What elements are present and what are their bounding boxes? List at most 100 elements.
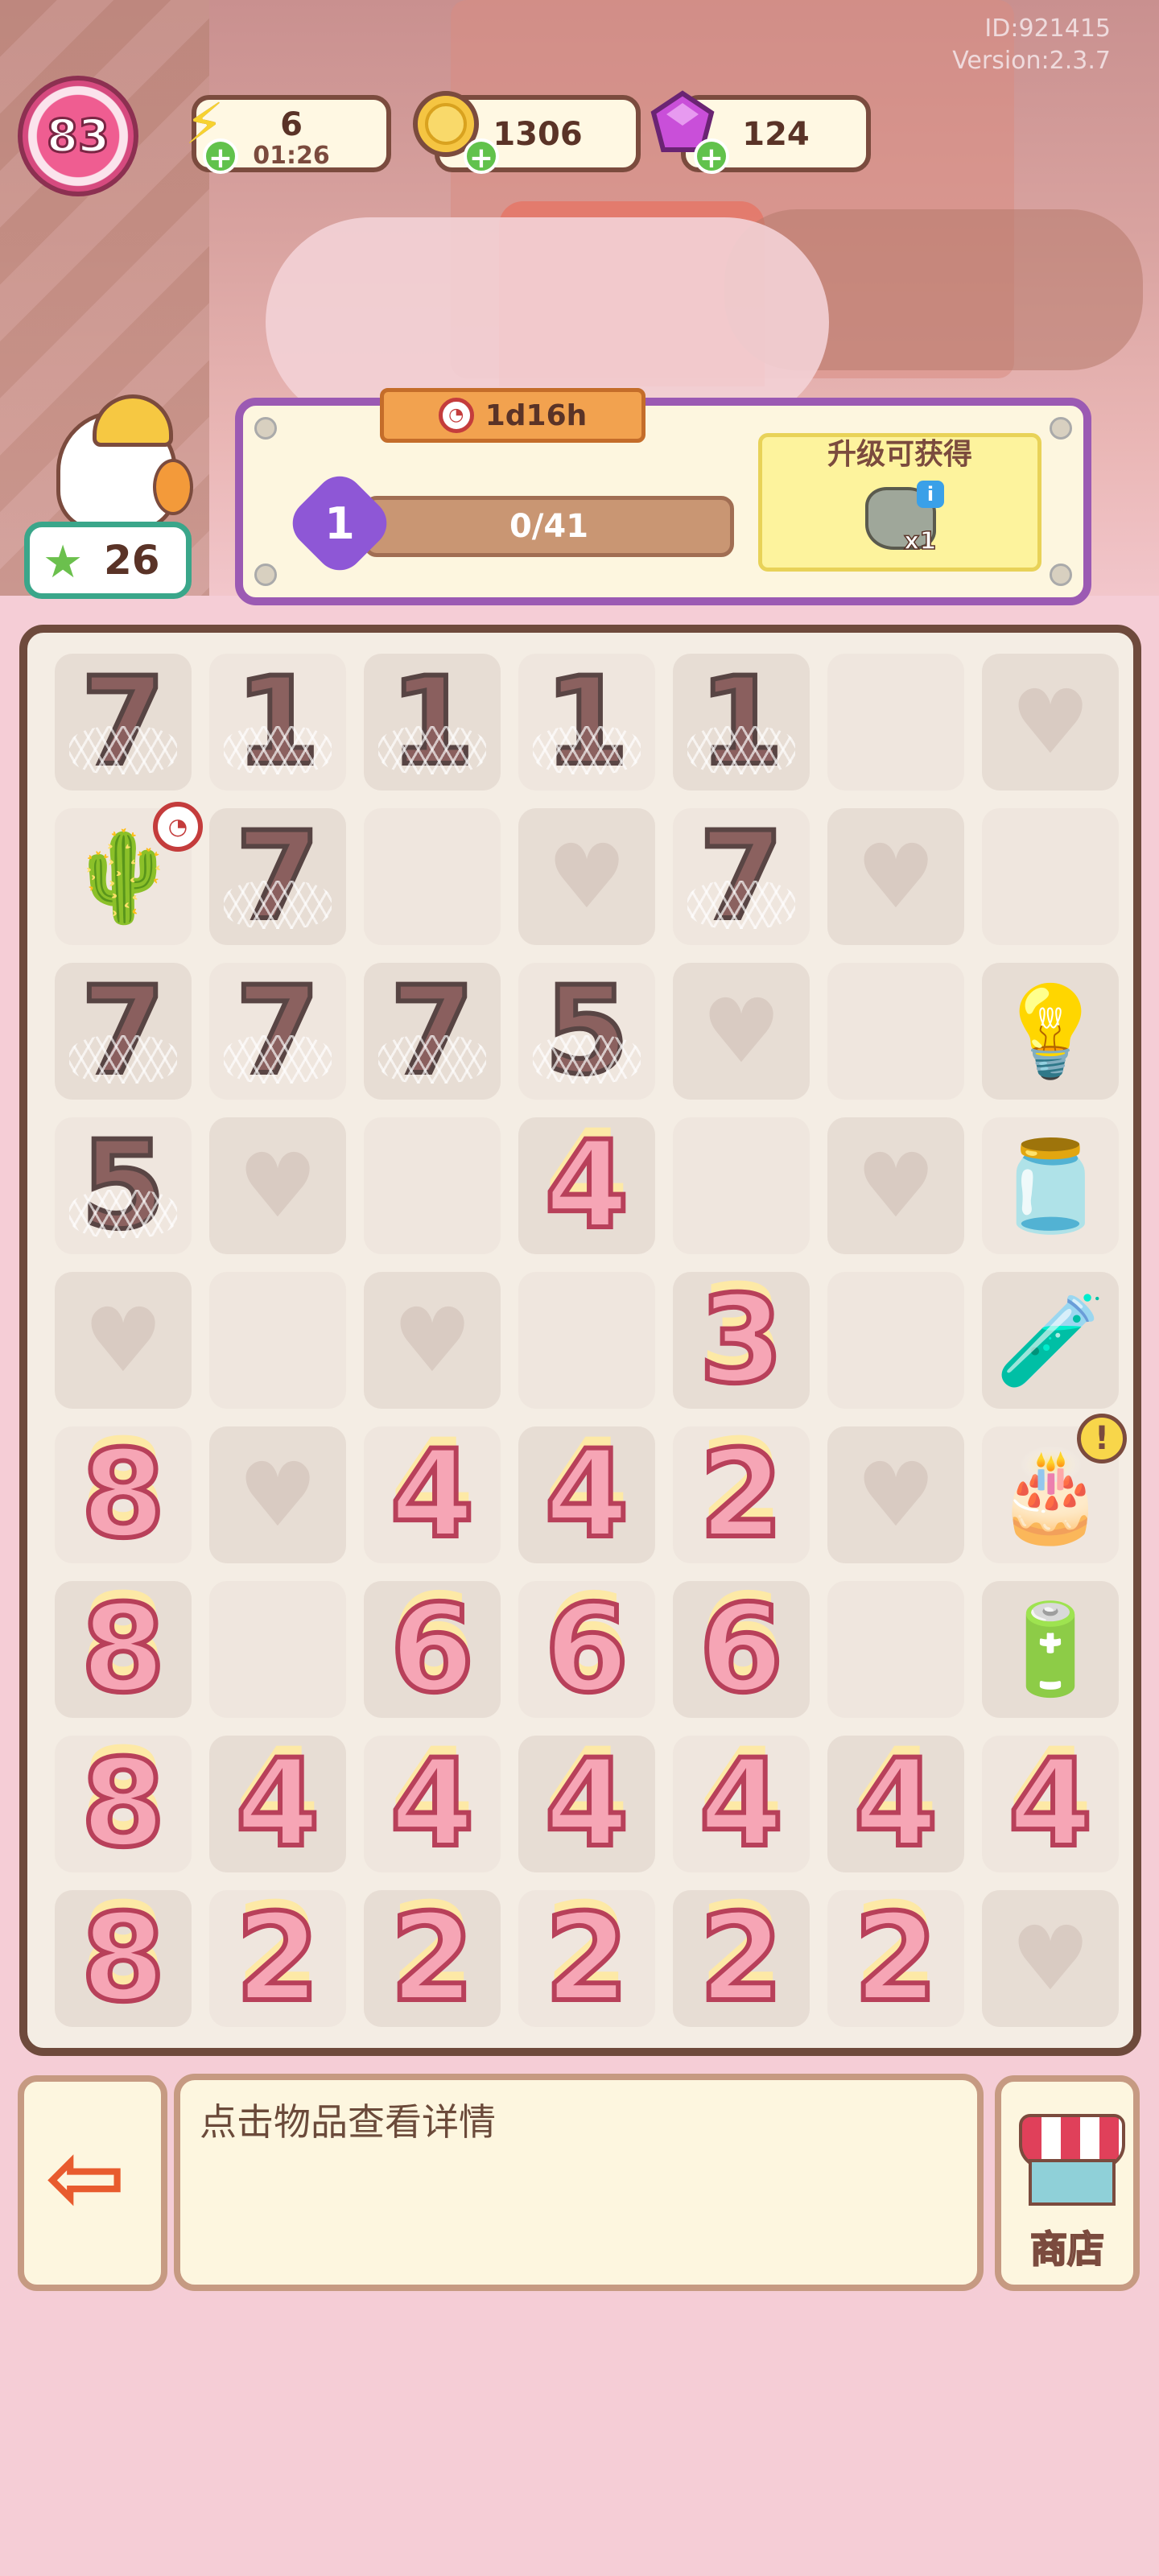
- reward-title: 升级可获得: [827, 438, 972, 471]
- shop-button[interactable]: 商店: [995, 2075, 1140, 2291]
- board-cell-empty[interactable]: ♥: [982, 1890, 1119, 2027]
- board-cell-empty[interactable]: ♥: [827, 1426, 964, 1563]
- board-cell-empty[interactable]: [827, 1581, 964, 1718]
- board-cell-empty[interactable]: [364, 1117, 501, 1254]
- exit-button[interactable]: ⇦: [18, 2075, 167, 2291]
- info-icon[interactable]: i: [917, 481, 944, 508]
- board-cell-webbed-candle[interactable]: 1: [673, 654, 810, 791]
- board-cell-candle[interactable]: 2: [209, 1890, 346, 2027]
- board-cell-empty[interactable]: [982, 808, 1119, 945]
- board-cell-candle[interactable]: 4: [209, 1736, 346, 1872]
- board-cell-webbed-candle[interactable]: 7: [364, 963, 501, 1100]
- add-gems-button[interactable]: +: [694, 138, 729, 175]
- cobweb-icon: [687, 881, 795, 929]
- heart-icon: ♥: [83, 1289, 163, 1392]
- number-candle: 2: [697, 1889, 786, 2029]
- board-cell-webbed-candle[interactable]: 5: [55, 1117, 192, 1254]
- heart-icon: ♥: [1010, 1907, 1091, 2010]
- board-cell-webbed-candle[interactable]: 7: [209, 963, 346, 1100]
- board-cell-candle[interactable]: 4: [518, 1426, 655, 1563]
- cobweb-icon: [224, 726, 332, 774]
- board-cell-webbed-candle[interactable]: 1: [518, 654, 655, 791]
- event-panel[interactable]: ◔ 1d16h 0/41 1 升级可获得 i x1: [235, 388, 1091, 605]
- heart-icon: ♥: [1010, 671, 1091, 774]
- board-cell-webbed-candle[interactable]: 1: [364, 654, 501, 791]
- board-cell-empty[interactable]: [827, 963, 964, 1100]
- number-candle: 6: [697, 1579, 786, 1719]
- number-candle: 4: [542, 1425, 631, 1565]
- board-cell-candle[interactable]: 2: [518, 1890, 655, 2027]
- board-cell-candle[interactable]: 6: [518, 1581, 655, 1718]
- board-cell-webbed-candle[interactable]: 7: [673, 808, 810, 945]
- hint-text: 点击物品查看详情: [200, 2100, 496, 2144]
- board-cell-candle[interactable]: 4: [364, 1426, 501, 1563]
- board-cell-empty[interactable]: [364, 808, 501, 945]
- board-cell-candle[interactable]: 3: [673, 1272, 810, 1409]
- board-cell-candle[interactable]: 6: [364, 1581, 501, 1718]
- board-cell-candle[interactable]: 2: [673, 1890, 810, 2027]
- battery-icon: 🔋: [995, 1598, 1106, 1701]
- board-cell-candle[interactable]: 4: [518, 1736, 655, 1872]
- board-cell-candle[interactable]: 2: [673, 1426, 810, 1563]
- clover-star-icon: ★: [43, 536, 84, 588]
- board-cell-empty[interactable]: [827, 1272, 964, 1409]
- board-cell-empty[interactable]: ♥: [209, 1426, 346, 1563]
- board-cell-empty[interactable]: [209, 1272, 346, 1409]
- board-cell-empty[interactable]: ♥: [982, 654, 1119, 791]
- board-cell-candle[interactable]: 4: [673, 1736, 810, 1872]
- board-cell-empty[interactable]: ♥: [55, 1272, 192, 1409]
- board-cell-empty[interactable]: ♥: [673, 963, 810, 1100]
- rivet: [1050, 564, 1072, 586]
- merge-board: 7 1 1 1 1 ♥ 🌵 ◔ 7 ♥ 7 ♥ 7 7 7 5 ♥ 💡 5 ♥ 4 ♥ 🫙 ♥ ♥ 3 🧪 8 ♥ 4 4 2 ♥ 🎂! 8 6 6 6 🔋…: [19, 625, 1141, 2056]
- board-cell-webbed-candle[interactable]: 7: [55, 654, 192, 791]
- board-cell-candle[interactable]: 8: [55, 1426, 192, 1563]
- item-info-box: 点击物品查看详情: [174, 2074, 984, 2291]
- board-cell-candle[interactable]: 2: [827, 1890, 964, 2027]
- board-cell-candle[interactable]: 8: [55, 1890, 192, 2027]
- number-candle: 6: [388, 1579, 476, 1719]
- cobweb-icon: [69, 1035, 177, 1084]
- board-cell-item[interactable]: 🔋: [982, 1581, 1119, 1718]
- number-candle: 2: [852, 1889, 940, 2029]
- board-cell-candle[interactable]: 4: [518, 1117, 655, 1254]
- add-coins-button[interactable]: +: [464, 138, 499, 175]
- board-cell-candle[interactable]: 2: [364, 1890, 501, 2027]
- board-cell-empty[interactable]: [209, 1581, 346, 1718]
- board-cell-empty[interactable]: ♥: [827, 1117, 964, 1254]
- board-cell-webbed-candle[interactable]: 5: [518, 963, 655, 1100]
- board-cell-item[interactable]: 🎂!: [982, 1414, 1127, 1563]
- rivet: [254, 417, 277, 440]
- star-value: 26: [104, 537, 160, 584]
- board-cell-webbed-candle[interactable]: 1: [209, 654, 346, 791]
- player-level-badge[interactable]: 83: [18, 76, 138, 196]
- board-cell-candle[interactable]: 6: [673, 1581, 810, 1718]
- board-cell-empty[interactable]: ♥: [364, 1272, 501, 1409]
- board-cell-webbed-candle[interactable]: 7: [55, 963, 192, 1100]
- number-candle: 4: [388, 1734, 476, 1874]
- number-candle: 2: [697, 1425, 786, 1565]
- board-cell-empty[interactable]: ♥: [827, 808, 964, 945]
- board-cell-item[interactable]: 🌵 ◔: [55, 802, 203, 945]
- add-energy-button[interactable]: +: [203, 138, 238, 175]
- board-cell-empty[interactable]: ♥: [518, 808, 655, 945]
- board-cell-candle[interactable]: 4: [982, 1736, 1119, 1872]
- board-cell-candle[interactable]: 8: [55, 1736, 192, 1872]
- star-counter[interactable]: ★ 26: [24, 522, 192, 599]
- cobweb-icon: [224, 1035, 332, 1084]
- board-cell-webbed-candle[interactable]: 7: [209, 808, 346, 945]
- number-candle: 4: [1006, 1734, 1095, 1874]
- board-cell-item[interactable]: 🫙: [982, 1117, 1119, 1254]
- board-cell-candle[interactable]: 8: [55, 1581, 192, 1718]
- number-candle: 2: [233, 1889, 322, 2029]
- number-candle: 2: [542, 1889, 631, 2029]
- upgrade-reward-box[interactable]: 升级可获得 i x1: [758, 433, 1041, 572]
- board-cell-item[interactable]: 💡: [982, 963, 1119, 1100]
- board-cell-candle[interactable]: 4: [827, 1736, 964, 1872]
- board-cell-empty[interactable]: [518, 1272, 655, 1409]
- board-cell-candle[interactable]: 4: [364, 1736, 501, 1872]
- board-cell-empty[interactable]: [827, 654, 964, 791]
- board-cell-empty[interactable]: ♥: [209, 1117, 346, 1254]
- duck-mascot[interactable]: [32, 394, 193, 531]
- board-cell-empty[interactable]: [673, 1117, 810, 1254]
- board-cell-item[interactable]: 🧪: [982, 1272, 1119, 1409]
